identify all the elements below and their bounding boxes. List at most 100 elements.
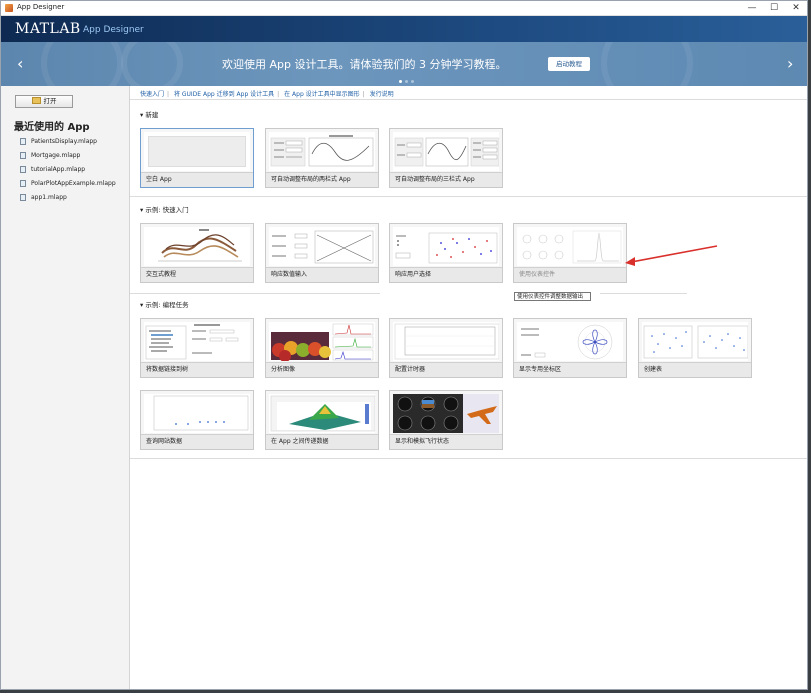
mlapp-file-icon <box>20 179 26 187</box>
banner-decoration <box>121 42 183 86</box>
link-getting-started[interactable]: 快速入门 <box>140 91 164 98</box>
card-label: 响应数值输入 <box>266 267 378 282</box>
card-label: 查询网站数据 <box>141 434 253 449</box>
matlab-app-icon <box>5 4 13 12</box>
divider <box>130 293 380 294</box>
tree-preview <box>145 324 239 360</box>
image-analysis-preview <box>271 323 374 361</box>
flight-instruments-preview <box>393 394 499 433</box>
open-button[interactable]: 打开 <box>15 95 73 108</box>
link-graphics[interactable]: 在 App 设计工具中显示图形 <box>284 91 360 98</box>
surface-preview <box>270 395 375 432</box>
table-preview <box>643 325 748 359</box>
surface-plot-preview <box>158 229 242 262</box>
app-designer-window: App Designer — ☐ ✕ MATLAB App Designer ‹… <box>0 0 808 690</box>
card-label: 显示和模拟飞行状态 <box>390 434 502 449</box>
page-dot[interactable] <box>405 80 408 83</box>
mlapp-file-icon <box>20 151 26 159</box>
maximize-button[interactable]: ☐ <box>763 1 785 15</box>
thumbnail <box>269 132 375 171</box>
link-release-notes[interactable]: 发行说明 <box>370 91 394 98</box>
open-button-label: 打开 <box>43 97 57 105</box>
card-label: 配置计时器 <box>390 362 502 377</box>
card-user-selection[interactable]: 响应用户选择 <box>389 223 503 283</box>
banner-decoration <box>601 42 693 86</box>
scatter-preview <box>395 232 498 264</box>
recent-app-item[interactable]: PatientsDisplay.mlapp <box>20 134 116 148</box>
card-create-table[interactable]: 创建表 <box>638 318 752 378</box>
recent-app-item[interactable]: app1.mlapp <box>20 190 116 204</box>
window-title: App Designer <box>17 3 65 11</box>
card-label: 分析图像 <box>266 362 378 377</box>
card-analyze-image[interactable]: 分析图像 <box>265 318 379 378</box>
thumbnail <box>144 227 250 266</box>
welcome-banner: ‹ 欢迎使用 App 设计工具。请体验我们的 3 分钟学习教程。 启动教程 › <box>1 42 807 86</box>
card-label: 创建表 <box>639 362 751 377</box>
recent-app-name: PolarPlotAppExample.mlapp <box>31 179 116 187</box>
section-quickstart-title[interactable]: ▾ 示例: 快速入门 <box>140 204 189 214</box>
divider <box>600 293 687 294</box>
start-page-content: 快速入门 | 将 GUIDE App 迁移到 App 设计工具 | 在 App 设计… <box>130 86 807 689</box>
banner-page-dots[interactable] <box>399 78 417 85</box>
divider <box>130 99 807 100</box>
section-new-title[interactable]: ▾ 新建 <box>140 109 158 119</box>
banner-prev-arrow[interactable]: ‹ <box>17 54 23 73</box>
thumbnail <box>144 322 250 361</box>
three-panel-preview <box>394 137 499 167</box>
card-label: 可自动调整布局的两栏式 App <box>266 172 378 187</box>
recent-app-name: tutorialApp.mlapp <box>31 165 86 173</box>
card-label: 交互式教程 <box>141 267 253 282</box>
page-dot[interactable] <box>399 80 402 83</box>
recent-app-item[interactable]: tutorialApp.mlapp <box>20 162 116 176</box>
timer-preview <box>394 323 499 360</box>
recent-app-item[interactable]: PolarPlotAppExample.mlapp <box>20 176 116 190</box>
folder-icon <box>31 97 41 104</box>
annotation-arrow-icon <box>625 245 718 266</box>
thumbnail <box>517 322 623 361</box>
card-configure-timer[interactable]: 配置计时器 <box>389 318 503 378</box>
divider <box>130 196 807 197</box>
card-interactive-tutorial[interactable]: 交互式教程 <box>140 223 254 283</box>
card-link-data-tree[interactable]: 将数据链接到树 <box>140 318 254 378</box>
divider <box>130 458 807 459</box>
card-label: 响应用户选择 <box>390 267 502 282</box>
thumbnail <box>393 322 499 361</box>
page-dot[interactable] <box>411 80 414 83</box>
banner-next-arrow[interactable]: › <box>787 54 793 73</box>
thumbnail <box>393 227 499 266</box>
card-query-web-data[interactable]: 查询网站数据 <box>140 390 254 450</box>
card-specialized-axes[interactable]: 显示专用坐标区 <box>513 318 627 378</box>
thumbnail <box>517 227 623 266</box>
card-three-panel-app[interactable]: 可自动调整布局的三栏式 App <box>389 128 503 188</box>
card-flight-simulation[interactable]: 显示和模拟飞行状态 <box>389 390 503 450</box>
card-gauge-controls[interactable]: 使用仪表控件 <box>513 223 627 283</box>
sidebar: 打开 最近使用的 App PatientsDisplay.mlapp Mortg… <box>1 86 130 689</box>
gauge-preview <box>522 230 622 264</box>
thumbnail <box>269 322 375 361</box>
link-migrate-guide[interactable]: 将 GUIDE App 迁移到 App 设计工具 <box>174 91 274 98</box>
card-two-panel-app[interactable]: 可自动调整布局的两栏式 App <box>265 128 379 188</box>
card-label: 显示专用坐标区 <box>514 362 626 377</box>
welcome-message: 欢迎使用 App 设计工具。请体验我们的 3 分钟学习教程。 <box>222 58 507 71</box>
card-blank-app[interactable]: 空白 App <box>140 128 254 188</box>
polar-plot-preview <box>521 324 613 360</box>
start-tour-button[interactable]: 启动教程 <box>548 57 590 71</box>
recent-app-item[interactable]: Mortgage.mlapp <box>20 148 116 162</box>
thumbnail <box>393 394 499 433</box>
recent-app-name: PatientsDisplay.mlapp <box>31 137 97 145</box>
numeric-input-preview <box>272 230 374 264</box>
app-designer-logo-text: App Designer <box>83 25 144 35</box>
two-panel-preview <box>270 135 374 167</box>
close-button[interactable]: ✕ <box>785 1 807 15</box>
card-numeric-input[interactable]: 响应数值输入 <box>265 223 379 283</box>
thumbnail <box>144 132 250 171</box>
card-share-data-between-apps[interactable]: 在 App 之间传递数据 <box>265 390 379 450</box>
web-data-preview <box>153 395 249 431</box>
recent-apps-list: PatientsDisplay.mlapp Mortgage.mlapp tut… <box>20 134 116 204</box>
card-label: 空白 App <box>141 172 253 187</box>
card-label: 将数据链接到树 <box>141 362 253 377</box>
title-bar: App Designer — ☐ ✕ <box>1 1 807 16</box>
gauge-tooltip: 使用仪表控件调整数据输出 <box>514 292 591 301</box>
minimize-button[interactable]: — <box>741 1 763 15</box>
section-programming-title[interactable]: ▾ 示例: 编程任务 <box>140 299 189 309</box>
